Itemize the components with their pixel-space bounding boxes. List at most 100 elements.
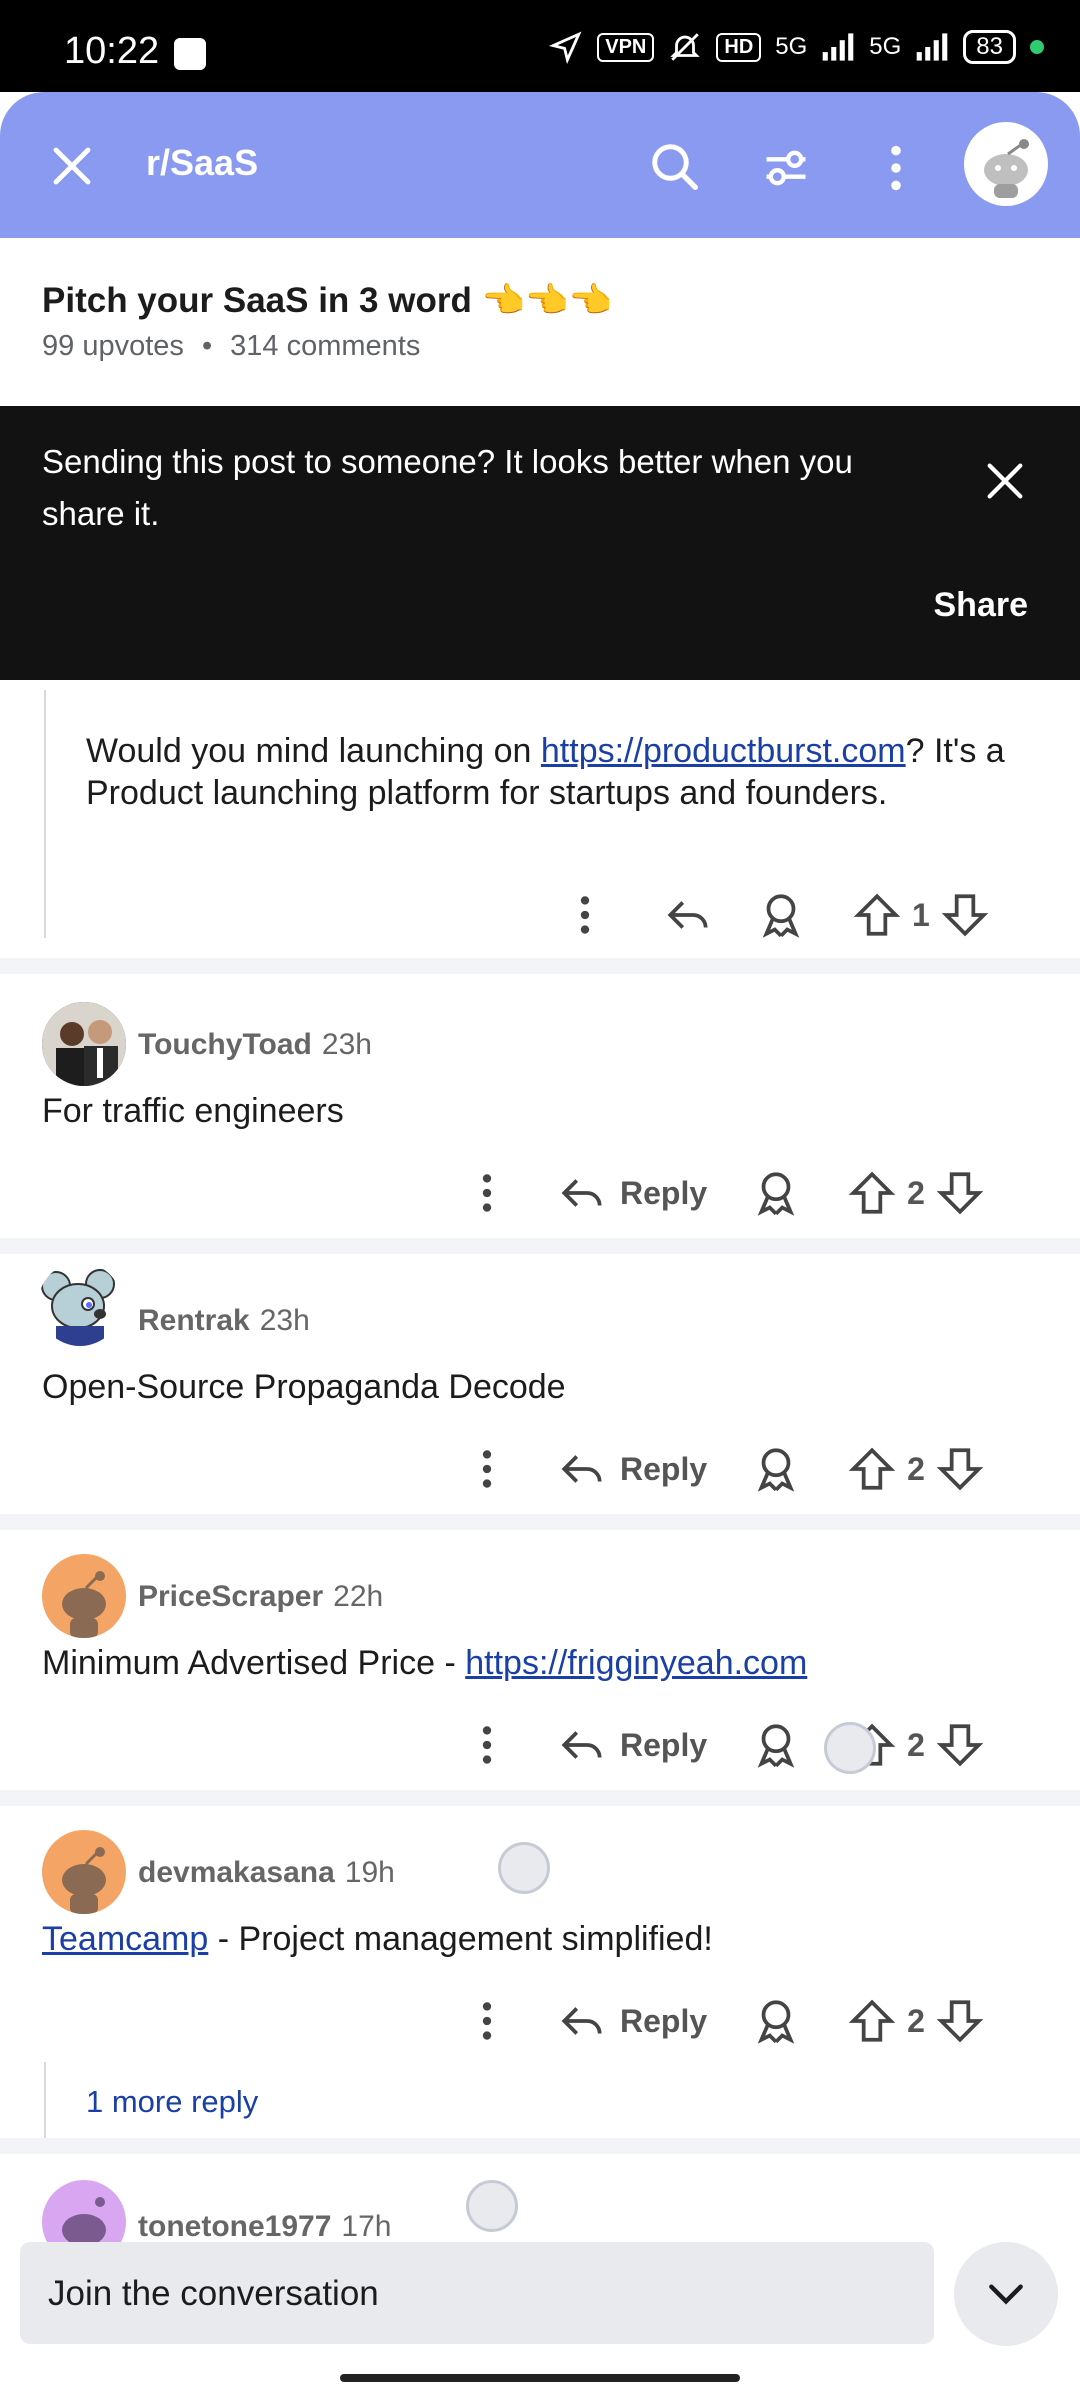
vpn-icon: VPN xyxy=(597,32,655,62)
username[interactable]: tonetone1977 xyxy=(138,2210,331,2242)
share-toast: Sending this post to someone? It looks b… xyxy=(0,406,1080,680)
comment-header: devmakasana 19h xyxy=(138,1856,395,1890)
avatar[interactable] xyxy=(42,2180,126,2242)
toast-close-icon[interactable] xyxy=(982,458,1028,504)
thread-line xyxy=(44,690,46,938)
downvote-icon[interactable] xyxy=(935,1444,985,1494)
reply-button[interactable]: Reply xyxy=(620,1451,707,1488)
award-icon[interactable] xyxy=(751,1996,801,2046)
vote-count: 2 xyxy=(907,2002,925,2039)
vote-count: 2 xyxy=(907,1450,925,1487)
award-icon[interactable] xyxy=(751,1444,801,1494)
comment-header: TouchyToad 23h xyxy=(138,1028,372,1062)
avatar[interactable] xyxy=(42,1002,126,1086)
comment-more-icon[interactable] xyxy=(462,1996,512,2046)
upvote-icon[interactable] xyxy=(847,1444,897,1494)
comment-age: 17h xyxy=(341,2210,392,2242)
reply-button[interactable]: Reply xyxy=(620,1175,707,1212)
username[interactable]: PriceScraper xyxy=(138,1580,323,1613)
upvote-icon[interactable] xyxy=(852,890,902,940)
vote-count: 2 xyxy=(907,1174,925,1211)
comment-age: 19h xyxy=(344,1856,395,1889)
comment-header: PriceScraper 22h xyxy=(138,1580,383,1614)
location-icon xyxy=(549,31,582,64)
comment-count: 314 comments xyxy=(230,330,421,362)
comment-separator xyxy=(0,2138,1080,2154)
comment-separator xyxy=(0,958,1080,974)
more-replies-link[interactable]: 1 more reply xyxy=(86,2084,258,2120)
comment-separator xyxy=(0,1238,1080,1254)
username[interactable]: devmakasana xyxy=(138,1856,335,1889)
reply-icon[interactable] xyxy=(558,1168,608,1218)
comment-age: 23h xyxy=(259,1304,310,1337)
signal-5g-icon: 5G xyxy=(775,33,808,60)
comment-link[interactable]: https://productburst.com xyxy=(541,732,906,770)
award-icon[interactable] xyxy=(751,1720,801,1770)
award-icon[interactable] xyxy=(751,1168,801,1218)
next-comment-button[interactable] xyxy=(954,2242,1058,2346)
comment-composer[interactable]: Join the conversation xyxy=(20,2242,934,2344)
downvote-icon[interactable] xyxy=(935,1720,985,1770)
reply-icon[interactable] xyxy=(558,1720,608,1770)
downvote-icon[interactable] xyxy=(935,1168,985,1218)
home-indicator[interactable] xyxy=(340,2374,740,2382)
comment-link[interactable]: https://frigginyeah.com xyxy=(465,1644,807,1682)
comment-more-icon[interactable] xyxy=(462,1444,512,1494)
comment-separator xyxy=(0,1514,1080,1530)
comment-separator xyxy=(0,1790,1080,1806)
close-icon[interactable] xyxy=(48,142,96,190)
vote-count: 1 xyxy=(912,896,930,933)
post-title[interactable]: Pitch your SaaS in 3 word 👈👈👈 xyxy=(42,280,612,321)
upvote-icon[interactable] xyxy=(847,1996,897,2046)
reply-icon[interactable] xyxy=(558,1996,608,2046)
comment-age: 22h xyxy=(333,1580,384,1613)
chevron-down-icon xyxy=(989,2284,1023,2305)
mute-bell-icon xyxy=(670,33,701,61)
username[interactable]: Rentrak xyxy=(138,1304,250,1337)
snoo-avatar-icon xyxy=(62,1847,106,1914)
upvote-icon[interactable] xyxy=(847,1168,897,1218)
signal-bars-icon xyxy=(822,33,854,61)
status-bar: 10:22 VPN HD 5G 5G 83 xyxy=(0,0,1080,92)
sort-filter-icon[interactable] xyxy=(760,142,812,194)
touch-indicator xyxy=(466,2180,518,2232)
reply-icon[interactable] xyxy=(664,890,714,940)
award-icon[interactable] xyxy=(756,890,806,940)
avatar[interactable] xyxy=(42,1830,126,1914)
username[interactable]: TouchyToad xyxy=(138,1028,312,1061)
downvote-icon[interactable] xyxy=(940,890,990,940)
subreddit-title[interactable]: r/SaaS xyxy=(146,142,258,184)
comment-body: Would you mind launching on https://prod… xyxy=(86,730,1026,814)
hd-icon: HD xyxy=(716,32,762,62)
signal-5g-icon-2: 5G xyxy=(869,33,902,60)
share-button[interactable]: Share xyxy=(934,586,1029,625)
snoo-avatar-icon xyxy=(984,139,1029,198)
more-options-icon[interactable] xyxy=(876,142,916,194)
reply-button[interactable]: Reply xyxy=(620,1727,707,1764)
downvote-icon[interactable] xyxy=(935,1996,985,2046)
comment-more-icon[interactable] xyxy=(560,890,610,940)
comment-more-icon[interactable] xyxy=(462,1720,512,1770)
comment-header: Rentrak 23h xyxy=(138,1304,310,1338)
touch-indicator xyxy=(498,1842,550,1894)
reply-button[interactable]: Reply xyxy=(620,2003,707,2040)
comment-age: 23h xyxy=(321,1028,372,1061)
user-avatar[interactable] xyxy=(964,122,1048,206)
avatar[interactable] xyxy=(42,1554,126,1638)
avatar[interactable] xyxy=(38,1262,122,1346)
comment-text: Would you mind launching on xyxy=(86,732,541,770)
comment-actions: Reply 2 xyxy=(462,1996,985,2046)
comment-more-icon[interactable] xyxy=(462,1168,512,1218)
comment-body: Minimum Advertised Price - https://frigg… xyxy=(42,1642,807,1684)
reply-icon[interactable] xyxy=(558,1444,608,1494)
composer-placeholder: Join the conversation xyxy=(48,2274,379,2313)
post-meta: 99 upvotes • 314 comments xyxy=(42,330,420,363)
comment-actions: Reply 2 xyxy=(462,1168,985,1218)
toast-message: Sending this post to someone? It looks b… xyxy=(42,443,853,532)
app-header: r/SaaS xyxy=(0,92,1080,238)
comment-body: Teamcamp - Project management simplified… xyxy=(42,1918,713,1960)
search-icon[interactable] xyxy=(648,140,702,194)
notification-app-icon xyxy=(174,38,206,70)
touch-indicator xyxy=(824,1722,876,1774)
comment-link[interactable]: Teamcamp xyxy=(42,1920,208,1958)
